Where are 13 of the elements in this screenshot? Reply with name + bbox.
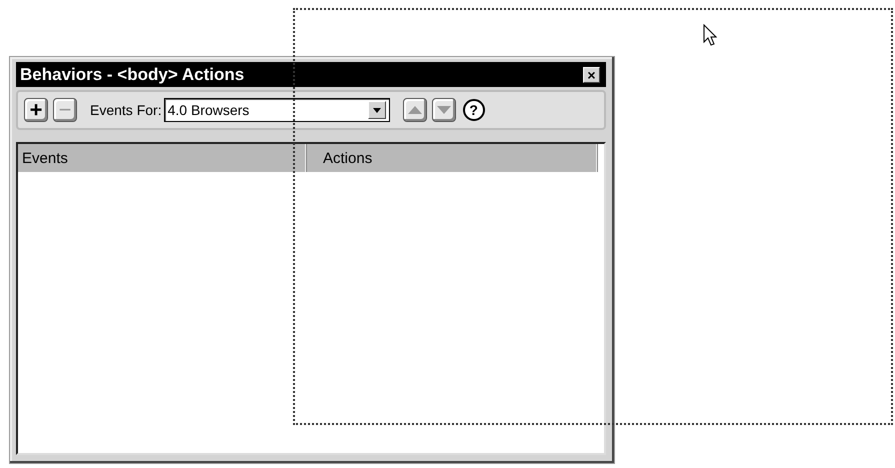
move-up-button[interactable] [402, 98, 427, 122]
events-for-dropdown[interactable]: 4.0 Browsers [164, 98, 390, 122]
column-header[interactable]: Events [18, 144, 307, 172]
help-button[interactable]: ? [462, 99, 485, 121]
move-down-button[interactable] [432, 98, 456, 122]
up-arrow-icon [408, 106, 422, 114]
mouse-pointer-icon [703, 24, 717, 46]
events-for-label: Events For: [90, 102, 162, 118]
add-button[interactable]: + [24, 98, 48, 122]
close-button[interactable]: × [583, 66, 600, 82]
window-title: Behaviors - <body> Actions [20, 64, 244, 84]
down-arrow-icon [436, 106, 451, 114]
column-header[interactable]: Actions [307, 144, 598, 172]
